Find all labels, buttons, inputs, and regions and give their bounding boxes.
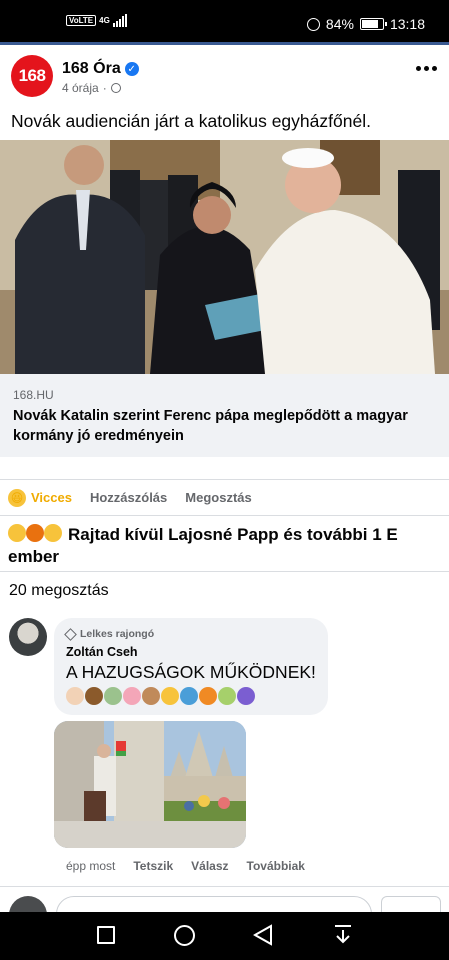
verified-badge-icon: ✓ — [124, 62, 139, 76]
pig-emoji-icon — [123, 687, 141, 705]
shares-count[interactable]: 20 megosztás — [9, 582, 109, 600]
money-emoji-icon — [104, 687, 122, 705]
commenter-avatar[interactable] — [9, 618, 47, 656]
divider — [0, 886, 449, 887]
post-time[interactable]: 4 órája — [62, 81, 99, 95]
page-avatar[interactable]: 168 — [11, 55, 53, 97]
notification-pull-icon[interactable] — [333, 924, 353, 951]
reactions-summary[interactable]: Rajtad kívül Lajosné Papp és további 1 E… — [8, 524, 438, 568]
back-icon[interactable] — [252, 924, 273, 951]
wave-emoji-icon — [180, 687, 198, 705]
smirk-emoji-icon — [161, 687, 179, 705]
comment-actions: épp most Tetszik Válasz Továbbiak — [66, 859, 305, 873]
page-name-row[interactable]: 168 Óra ✓ — [62, 60, 139, 78]
globe-icon — [110, 83, 121, 93]
link-domain: 168.HU — [13, 388, 54, 402]
comment-image[interactable] — [54, 721, 246, 848]
network-type: 4G — [99, 15, 110, 25]
recent-apps-icon[interactable] — [97, 926, 115, 944]
battery-icon — [359, 18, 387, 30]
comment-reply-button[interactable]: Válasz — [191, 859, 228, 873]
comment-bubble: Lelkes rajongó Zoltán Cseh A HAZUGSÁGOK … — [54, 618, 328, 715]
sick-emoji-icon — [218, 687, 236, 705]
snail-emoji-icon — [142, 687, 160, 705]
laughing-emoji-icon: 😆 — [8, 488, 26, 507]
alarm-icon — [306, 17, 320, 31]
reaction-icons — [8, 524, 62, 542]
home-icon[interactable] — [174, 925, 195, 946]
app-top-border — [0, 42, 449, 45]
link-preview-image[interactable] — [0, 140, 449, 374]
signal-icon — [112, 14, 127, 27]
post-action-bar: 😆 Vicces Hozzászólás Megosztás — [0, 479, 449, 516]
more-options-button[interactable] — [416, 66, 437, 71]
post-meta: 4 órája · — [62, 81, 121, 95]
star-of-david-emoji-icon — [237, 687, 255, 705]
clock: 13:18 — [389, 16, 425, 32]
clown-emoji-icon — [66, 687, 84, 705]
divider — [0, 571, 449, 572]
page-name[interactable]: 168 Óra — [62, 60, 121, 78]
volte-indicator: VoLTE — [66, 15, 97, 26]
comment-time: épp most — [66, 859, 116, 873]
comment-button[interactable]: Hozzászólás — [90, 490, 167, 505]
haha-reaction-button[interactable]: 😆 Vicces — [8, 488, 72, 507]
status-bar: VoLTE 4G 84% 13:18 — [0, 0, 449, 42]
battery-percent: 84% — [325, 16, 354, 32]
diamond-icon — [64, 627, 77, 641]
jack-o-lantern-emoji-icon — [199, 687, 217, 705]
angry-reaction-icon — [26, 524, 44, 542]
comment-text: A HAZUGSÁGOK MŰKÖDNEK! — [66, 662, 316, 682]
fan-badge: Lelkes rajongó — [64, 627, 316, 641]
wow-reaction-icon — [44, 524, 62, 542]
poop-emoji-icon — [85, 687, 103, 705]
reactions-text: Rajtad kívül Lajosné Papp és további 1 E… — [8, 525, 398, 566]
post-text: Novák audiencián járt a katolikus egyház… — [11, 111, 371, 131]
link-title[interactable]: Novák Katalin szerint Ferenc pápa meglep… — [13, 406, 436, 446]
system-navigation-bar — [0, 912, 449, 960]
haha-reaction-icon — [8, 524, 26, 542]
comment-like-button[interactable]: Tetszik — [133, 859, 173, 873]
link-preview[interactable]: 168.HU Novák Katalin szerint Ferenc pápa… — [0, 374, 449, 457]
share-button[interactable]: Megosztás — [185, 490, 251, 505]
comment-emoji-row — [66, 687, 316, 705]
commenter-name[interactable]: Zoltán Cseh — [66, 645, 316, 659]
comment-more-button[interactable]: Továbbiak — [247, 859, 305, 873]
